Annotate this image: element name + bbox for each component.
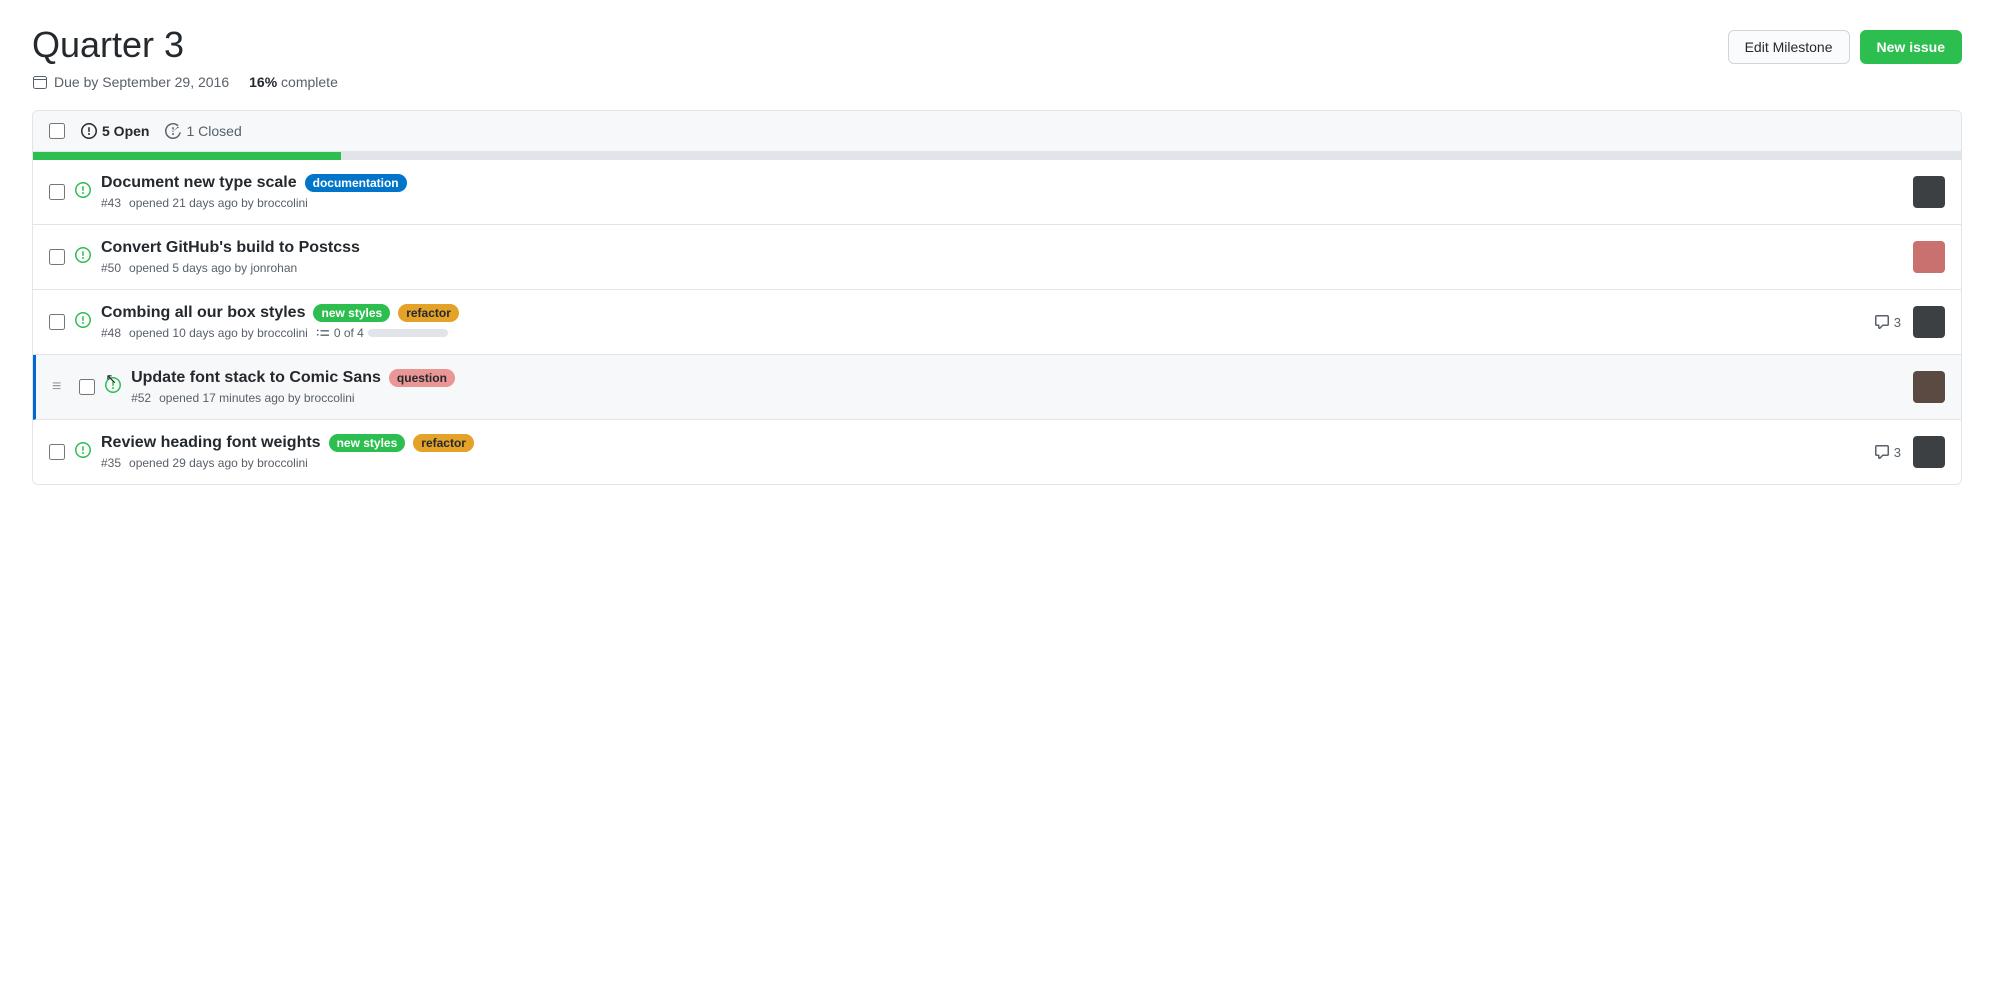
due-date: Due by September 29, 2016 bbox=[32, 74, 229, 90]
issue-open-icon bbox=[75, 247, 91, 268]
issue-title[interactable]: Update font stack to Comic Sans bbox=[131, 369, 381, 387]
issue-meta: #52 opened 17 minutes ago by broccolini bbox=[131, 391, 1913, 405]
label: new styles bbox=[329, 434, 406, 452]
issue-right bbox=[1913, 241, 1945, 273]
new-issue-button[interactable]: New issue bbox=[1860, 30, 1962, 64]
table-row: Document new type scale documentation #4… bbox=[33, 160, 1961, 225]
table-row: Convert GitHub's build to Postcss #50 op… bbox=[33, 225, 1961, 290]
issue-content: Update font stack to Comic Sans question… bbox=[131, 369, 1913, 405]
comment-count: 3 bbox=[1874, 444, 1901, 460]
issue-right bbox=[1913, 176, 1945, 208]
issue-opened-text: opened 29 days ago by broccolini bbox=[129, 456, 308, 470]
issue-opened-text: opened 10 days ago by broccolini bbox=[129, 326, 308, 340]
issue-checkbox[interactable] bbox=[49, 314, 65, 330]
issue-checkbox[interactable] bbox=[49, 444, 65, 460]
issue-title[interactable]: Document new type scale bbox=[101, 174, 297, 192]
open-issue-icon bbox=[81, 123, 97, 139]
avatar bbox=[1913, 306, 1945, 338]
closed-issue-icon bbox=[165, 123, 181, 139]
task-progress: 0 of 4 bbox=[316, 326, 448, 340]
issues-list-header: 5 Open 1 Closed bbox=[33, 111, 1961, 152]
header-actions: Edit Milestone New issue bbox=[1728, 30, 1962, 64]
page-title: Quarter 3 bbox=[32, 24, 184, 66]
issue-open-icon bbox=[75, 442, 91, 463]
comment-icon bbox=[1874, 314, 1890, 330]
issue-checkbox[interactable] bbox=[79, 379, 95, 395]
issue-meta: #43 opened 21 days ago by broccolini bbox=[101, 196, 1913, 210]
issue-right bbox=[1913, 371, 1945, 403]
checklist-icon bbox=[316, 326, 330, 340]
issue-number: #43 bbox=[101, 196, 121, 210]
table-row: Review heading font weights new styles re… bbox=[33, 420, 1961, 484]
avatar bbox=[1913, 241, 1945, 273]
label: new styles bbox=[313, 304, 390, 322]
complete-stat: 16% complete bbox=[249, 74, 338, 90]
label: refactor bbox=[398, 304, 459, 322]
issue-content: Document new type scale documentation #4… bbox=[101, 174, 1913, 210]
issue-open-icon bbox=[75, 312, 91, 333]
label: documentation bbox=[305, 174, 407, 192]
issue-right: 3 bbox=[1874, 306, 1945, 338]
avatar bbox=[1913, 371, 1945, 403]
complete-label: complete bbox=[281, 74, 338, 90]
milestone-progress-bar bbox=[33, 152, 1961, 160]
complete-pct: 16% bbox=[249, 74, 277, 90]
issue-number: #48 bbox=[101, 326, 121, 340]
issue-meta: #35 opened 29 days ago by broccolini bbox=[101, 456, 1874, 470]
select-all-checkbox[interactable] bbox=[49, 123, 65, 139]
issue-open-icon bbox=[105, 377, 121, 398]
due-date-text: Due by September 29, 2016 bbox=[54, 74, 229, 90]
issue-title[interactable]: Combing all our box styles bbox=[101, 304, 305, 322]
issue-content: Review heading font weights new styles re… bbox=[101, 434, 1874, 470]
issue-title[interactable]: Convert GitHub's build to Postcss bbox=[101, 239, 360, 257]
milestone-meta: Due by September 29, 2016 16% complete bbox=[32, 74, 1962, 90]
avatar bbox=[1913, 436, 1945, 468]
issue-number: #52 bbox=[131, 391, 151, 405]
issues-list: Document new type scale documentation #4… bbox=[33, 160, 1961, 484]
comment-count: 3 bbox=[1874, 314, 1901, 330]
issue-number: #35 bbox=[101, 456, 121, 470]
issue-opened-text: opened 17 minutes ago by broccolini bbox=[159, 391, 354, 405]
closed-count: 1 Closed bbox=[165, 123, 241, 139]
issue-content: Combing all our box styles new styles ref… bbox=[101, 304, 1874, 340]
issues-container: 5 Open 1 Closed Document new type scale … bbox=[32, 110, 1962, 485]
label: question bbox=[389, 369, 455, 387]
calendar-icon bbox=[32, 74, 48, 90]
table-row: Combing all our box styles new styles ref… bbox=[33, 290, 1961, 355]
task-progress-track bbox=[368, 329, 448, 337]
issue-opened-text: opened 21 days ago by broccolini bbox=[129, 196, 308, 210]
progress-bar-fill bbox=[33, 152, 341, 160]
issue-meta: #48 opened 10 days ago by broccolini 0 o… bbox=[101, 326, 1874, 340]
issue-checkbox[interactable] bbox=[49, 184, 65, 200]
issue-opened-text: opened 5 days ago by jonrohan bbox=[129, 261, 297, 275]
open-count: 5 Open bbox=[81, 123, 149, 139]
issue-title[interactable]: Review heading font weights bbox=[101, 434, 321, 452]
issue-content: Convert GitHub's build to Postcss #50 op… bbox=[101, 239, 1913, 275]
label: refactor bbox=[413, 434, 474, 452]
table-row: ≡ ↖ Update font stack to Comic Sans ques… bbox=[33, 355, 1961, 420]
issue-checkbox[interactable] bbox=[49, 249, 65, 265]
issue-open-icon bbox=[75, 182, 91, 203]
drag-handle[interactable]: ≡ bbox=[52, 378, 61, 396]
avatar bbox=[1913, 176, 1945, 208]
issue-right: 3 bbox=[1874, 436, 1945, 468]
comment-icon bbox=[1874, 444, 1890, 460]
edit-milestone-button[interactable]: Edit Milestone bbox=[1728, 30, 1850, 64]
issue-number: #50 bbox=[101, 261, 121, 275]
issue-meta: #50 opened 5 days ago by jonrohan bbox=[101, 261, 1913, 275]
